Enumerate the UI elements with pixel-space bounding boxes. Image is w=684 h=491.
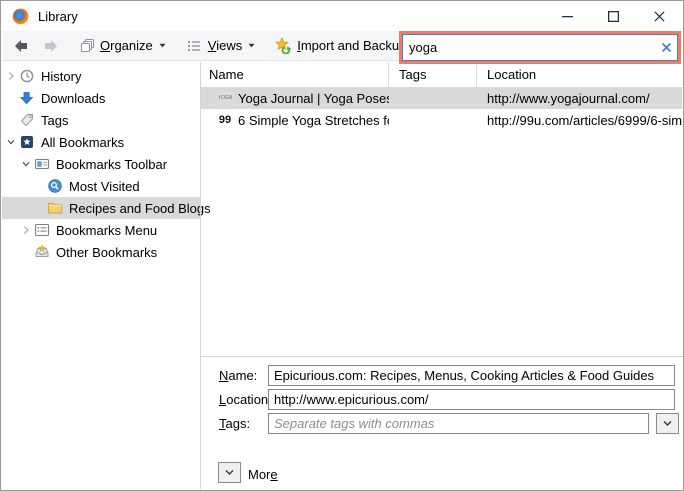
bookmark-location: http://99u.com/articles/6999/6-sim... bbox=[477, 113, 682, 128]
maximize-button[interactable] bbox=[598, 4, 628, 28]
details-location-label: Location: bbox=[219, 392, 272, 407]
details-tags-label: Tags: bbox=[219, 416, 250, 431]
forward-arrow-icon bbox=[43, 38, 59, 54]
minimize-icon bbox=[562, 11, 573, 22]
back-arrow-icon bbox=[13, 38, 29, 54]
other-bookmarks-icon bbox=[34, 244, 50, 260]
sidebar-item-recipes-and-food-blogs[interactable]: Recipes and Food Blogs bbox=[2, 197, 200, 219]
organize-icon bbox=[78, 37, 95, 54]
column-header-location[interactable]: Location bbox=[477, 62, 682, 87]
history-icon bbox=[19, 68, 35, 84]
chevron-right-icon[interactable] bbox=[20, 222, 32, 238]
maximize-icon bbox=[608, 11, 619, 22]
views-icon bbox=[186, 37, 203, 54]
sidebar-item-downloads[interactable]: Downloads bbox=[2, 87, 200, 109]
details-name-input[interactable] bbox=[268, 365, 675, 386]
chevron-down-icon[interactable] bbox=[5, 134, 17, 150]
details-location-input[interactable] bbox=[268, 389, 675, 410]
search-input[interactable] bbox=[403, 40, 655, 55]
folder-icon bbox=[47, 200, 63, 216]
sidebar-item-tags[interactable]: Tags bbox=[2, 109, 200, 131]
all-bookmarks-icon bbox=[19, 134, 35, 150]
bookmark-name: 6 Simple Yoga Stretches for... bbox=[238, 113, 389, 128]
sidebar-item-bookmarks-toolbar[interactable]: Bookmarks Toolbar bbox=[2, 153, 200, 175]
most-visited-icon bbox=[47, 178, 63, 194]
titlebar: Library bbox=[2, 1, 682, 31]
sidebar-item-label: Other Bookmarks bbox=[56, 245, 157, 260]
twisty-spacer bbox=[5, 112, 17, 128]
chevron-down-icon[interactable] bbox=[20, 156, 32, 172]
window-title: Library bbox=[38, 9, 78, 24]
column-header-tags[interactable]: Tags bbox=[389, 62, 477, 87]
sidebar-item-label: Recipes and Food Blogs bbox=[69, 201, 211, 216]
column-header-name[interactable]: Name bbox=[201, 62, 389, 87]
views-label: Views bbox=[208, 38, 242, 53]
bookmarks-toolbar-icon bbox=[34, 156, 50, 172]
twisty-spacer bbox=[5, 90, 17, 106]
window-controls bbox=[552, 4, 674, 28]
views-button[interactable]: Views bbox=[182, 35, 259, 56]
sidebar-item-other-bookmarks[interactable]: Other Bookmarks bbox=[2, 241, 200, 263]
search-highlight-annotation bbox=[399, 31, 681, 64]
forward-button[interactable] bbox=[40, 34, 62, 58]
twisty-spacer bbox=[33, 200, 45, 216]
dropdown-caret-icon bbox=[159, 43, 166, 48]
organize-label: Organize bbox=[100, 38, 153, 53]
firefox-icon bbox=[12, 8, 29, 25]
sidebar-item-label: Bookmarks Menu bbox=[56, 223, 157, 238]
details-separator bbox=[201, 356, 682, 357]
chevron-right-icon[interactable] bbox=[5, 68, 17, 84]
search-box bbox=[402, 34, 678, 61]
chevron-down-icon bbox=[224, 468, 235, 477]
back-button[interactable] bbox=[10, 34, 32, 58]
sidebar-item-label: Most Visited bbox=[69, 179, 140, 194]
sidebar-item-label: History bbox=[41, 69, 81, 84]
sidebar-item-all-bookmarks[interactable]: All Bookmarks bbox=[2, 131, 200, 153]
sidebar-item-label: Tags bbox=[41, 113, 68, 128]
list-row-yoga-stretches[interactable]: 99 6 Simple Yoga Stretches for... http:/… bbox=[201, 109, 682, 131]
99u-favicon: 99 bbox=[217, 113, 233, 127]
downloads-icon bbox=[19, 90, 35, 106]
sidebar-item-label: All Bookmarks bbox=[41, 135, 124, 150]
sidebar-item-most-visited[interactable]: Most Visited bbox=[2, 175, 200, 197]
close-icon bbox=[654, 11, 665, 22]
twisty-spacer bbox=[20, 244, 32, 260]
organize-button[interactable]: Organize bbox=[74, 35, 170, 56]
bookmarks-menu-icon bbox=[34, 222, 50, 238]
chevron-down-icon bbox=[662, 419, 673, 428]
close-button[interactable] bbox=[644, 4, 674, 28]
sidebar-item-label: Downloads bbox=[41, 91, 105, 106]
yogajournal-favicon: YOGA bbox=[217, 92, 233, 105]
minimize-button[interactable] bbox=[552, 4, 582, 28]
details-name-label: Name: bbox=[219, 368, 257, 383]
import-backup-label: Import and Backup bbox=[297, 38, 406, 53]
sidebar-item-label: Bookmarks Toolbar bbox=[56, 157, 167, 172]
library-window: Library bbox=[0, 0, 684, 491]
sidebar-item-history[interactable]: History bbox=[2, 65, 200, 87]
import-backup-icon bbox=[275, 37, 292, 54]
twisty-spacer bbox=[33, 178, 45, 194]
tag-icon bbox=[19, 112, 35, 128]
tags-dropdown-button[interactable] bbox=[656, 413, 679, 434]
more-label: More bbox=[248, 467, 278, 482]
list-header: Name Tags Location bbox=[201, 62, 682, 87]
sidebar-item-bookmarks-menu[interactable]: Bookmarks Menu bbox=[2, 219, 200, 241]
list-row-yoga-journal[interactable]: YOGA Yoga Journal | Yoga Poses, ... http… bbox=[201, 87, 682, 109]
bookmark-location: http://www.yogajournal.com/ bbox=[477, 91, 682, 106]
sidebar: History Downloads Tags All Bookmarks bbox=[2, 62, 200, 489]
more-expander-button[interactable] bbox=[218, 462, 241, 483]
bookmarks-list: Name Tags Location YOGA Yoga Journal | Y… bbox=[201, 62, 682, 131]
dropdown-caret-icon bbox=[248, 43, 255, 48]
search-clear-icon[interactable] bbox=[655, 35, 677, 60]
bookmark-name: Yoga Journal | Yoga Poses, ... bbox=[238, 91, 389, 106]
details-tags-input[interactable] bbox=[268, 413, 649, 434]
